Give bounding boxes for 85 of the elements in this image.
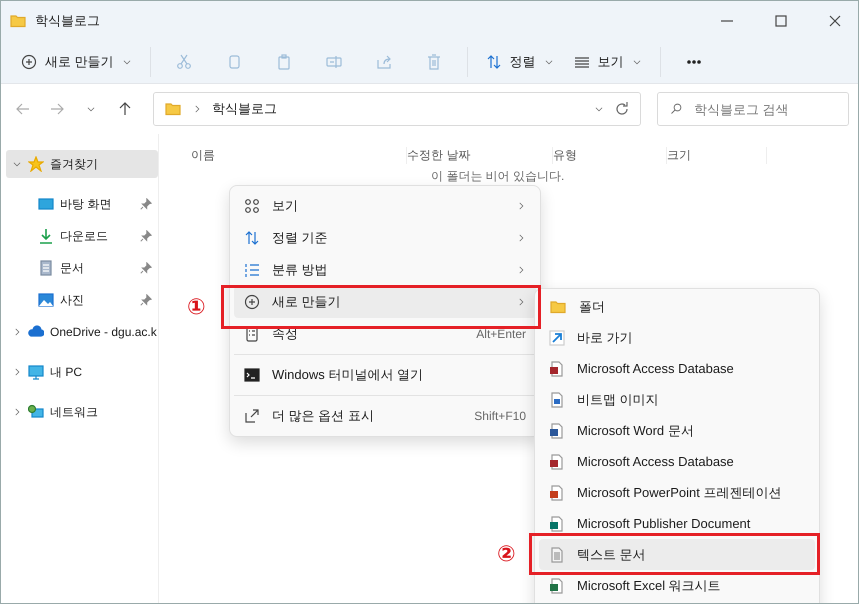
publisher-file-icon <box>549 516 565 532</box>
sort-icon <box>244 230 260 246</box>
desktop-icon <box>38 196 54 212</box>
menu-item[interactable]: Microsoft Word 문서 <box>539 415 815 446</box>
download-icon <box>38 228 54 244</box>
powerpoint-file-icon <box>549 484 565 500</box>
step-number: ① <box>187 294 206 320</box>
menu-item[interactable]: 정렬 기준 <box>234 222 536 254</box>
monitor-icon <box>28 364 44 380</box>
sort-icon <box>486 54 502 70</box>
view-button[interactable]: 보기 <box>566 46 650 78</box>
folder-icon <box>9 13 27 29</box>
menu-item[interactable]: 속성 Alt+Enter <box>234 318 536 350</box>
terminal-icon <box>244 367 260 383</box>
picture-icon <box>38 292 54 308</box>
star-icon <box>28 156 44 172</box>
shortcut-arrow-icon <box>549 330 565 346</box>
menu-item[interactable]: 폴더 <box>539 291 815 322</box>
sort-button[interactable]: 정렬 <box>478 46 562 78</box>
sidebar-item[interactable]: OneDrive - dgu.ac.k <box>6 318 158 346</box>
share-window-icon <box>244 408 260 424</box>
properties-icon <box>244 326 260 342</box>
menu-item[interactable]: 보기 <box>234 190 536 222</box>
pin-icon <box>140 294 152 306</box>
pin-icon <box>140 230 152 242</box>
sidebar-item[interactable]: 내 PC <box>6 358 158 386</box>
folder-icon <box>164 101 182 117</box>
column-header[interactable]: 이름 <box>191 146 407 164</box>
shortcut-text: Alt+Enter <box>476 327 526 341</box>
text-file-icon <box>549 546 565 562</box>
trash-icon <box>426 54 442 70</box>
access-file-icon <box>549 454 565 470</box>
column-header[interactable]: 수정한 날짜 <box>407 146 553 164</box>
menu-item[interactable]: 더 많은 옵션 표시 Shift+F10 <box>234 400 536 432</box>
menu-item[interactable]: 분류 방법 <box>234 254 536 286</box>
bitmap-file-icon <box>549 392 565 408</box>
sidebar-item[interactable]: 바탕 화면 <box>6 190 158 218</box>
sidebar-item[interactable]: 문서 <box>6 254 158 282</box>
sidebar-item[interactable]: 네트워크 <box>6 398 158 426</box>
arrow-left-icon <box>15 101 31 117</box>
maximize-icon <box>773 13 789 29</box>
empty-folder-message: 이 폴더는 비어 있습니다. <box>431 168 566 185</box>
arrow-up-icon <box>117 101 133 117</box>
step-number: ② <box>497 541 516 567</box>
share-icon <box>376 54 392 70</box>
new-button[interactable]: 새로 만들기 <box>13 46 140 78</box>
minimize-icon <box>721 20 733 22</box>
scissors-icon <box>176 54 192 70</box>
refresh-icon <box>614 101 630 117</box>
menu-item[interactable]: Microsoft Excel 워크시트 <box>539 570 815 601</box>
plus-circle-icon <box>244 294 260 310</box>
menu-item[interactable]: 새로 만들기 <box>234 286 536 318</box>
address-bar[interactable]: 학식블로그 <box>153 92 641 126</box>
menu-item[interactable]: Microsoft Publisher Document <box>539 508 815 539</box>
clipboard-icon <box>276 54 292 70</box>
pin-icon <box>140 198 152 210</box>
access-file-icon <box>549 360 565 376</box>
window-title: 학식블로그 <box>35 12 101 30</box>
sidebar-item[interactable]: 즐겨찾기 <box>6 150 158 178</box>
sidebar-item[interactable]: 사진 <box>6 286 158 314</box>
menu-item[interactable]: Windows 터미널에서 열기 <box>234 359 536 391</box>
menu-item[interactable]: Microsoft Access Database <box>539 353 815 384</box>
folder-icon <box>549 298 567 314</box>
sidebar-item[interactable]: 다운로드 <box>6 222 158 250</box>
document-icon <box>38 260 54 276</box>
list-icon <box>244 262 260 278</box>
menu-item[interactable]: Microsoft PowerPoint 프레젠테이션 <box>539 477 815 508</box>
search-field[interactable]: 학식블로그 검색 <box>692 100 836 118</box>
menu-item[interactable]: 바로 가기 <box>539 322 815 353</box>
close-icon <box>827 13 843 29</box>
word-file-icon <box>549 422 565 438</box>
menu-item[interactable]: 텍스트 문서 <box>539 539 815 570</box>
network-icon <box>28 404 44 420</box>
search-box[interactable]: 학식블로그 검색 <box>657 92 849 126</box>
column-header[interactable]: 크기 <box>667 146 767 164</box>
shortcut-text: Shift+F10 <box>474 409 526 423</box>
pin-icon <box>140 262 152 274</box>
plus-circle-icon <box>21 54 37 70</box>
arrow-right-icon <box>49 101 65 117</box>
menu-item[interactable]: Microsoft Access Database <box>539 446 815 477</box>
column-header[interactable]: 유형 <box>553 146 667 164</box>
excel-file-icon <box>549 578 565 594</box>
rename-icon <box>326 54 342 70</box>
menu-item[interactable]: 비트맵 이미지 <box>539 384 815 415</box>
grid-icon <box>244 198 260 214</box>
